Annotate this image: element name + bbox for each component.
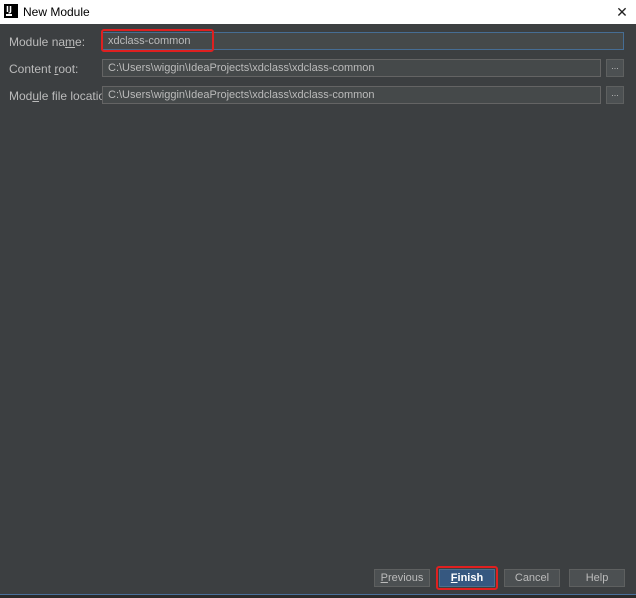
app-icon-letter: IJ xyxy=(6,5,12,14)
module-file-location-row: Module file location: C:\Users\wiggin\Id… xyxy=(0,86,636,106)
intellij-idea-icon: IJ xyxy=(4,4,18,18)
window-title: New Module xyxy=(23,5,90,19)
module-name-label: Module name: xyxy=(9,35,86,49)
content-root-row: Content root: C:\Users\wiggin\IdeaProjec… xyxy=(0,59,636,79)
previous-button[interactable]: Previous xyxy=(374,569,430,587)
content-root-input[interactable]: C:\Users\wiggin\IdeaProjects\xdclass\xdc… xyxy=(102,59,601,77)
cancel-button[interactable]: Cancel xyxy=(504,569,560,587)
module-name-input[interactable]: xdclass-common xyxy=(102,32,624,50)
dialog-content: Module name: xdclass-common Content root… xyxy=(0,24,636,594)
help-button[interactable]: Help xyxy=(569,569,625,587)
module-file-location-input[interactable]: C:\Users\wiggin\IdeaProjects\xdclass\xdc… xyxy=(102,86,601,104)
close-icon[interactable]: ✕ xyxy=(612,2,632,22)
content-root-browse-button[interactable]: ... xyxy=(606,59,624,77)
window-bottom-border xyxy=(0,594,636,598)
module-file-location-label: Module file location: xyxy=(9,89,116,103)
module-name-row: Module name: xdclass-common xyxy=(0,32,636,52)
content-root-label: Content root: xyxy=(9,62,79,76)
title-bar: IJ New Module ✕ xyxy=(0,0,636,24)
finish-button[interactable]: Finish xyxy=(439,569,495,587)
new-module-dialog: IJ New Module ✕ Module name: xdclass-com… xyxy=(0,0,636,598)
module-file-location-browse-button[interactable]: ... xyxy=(606,86,624,104)
